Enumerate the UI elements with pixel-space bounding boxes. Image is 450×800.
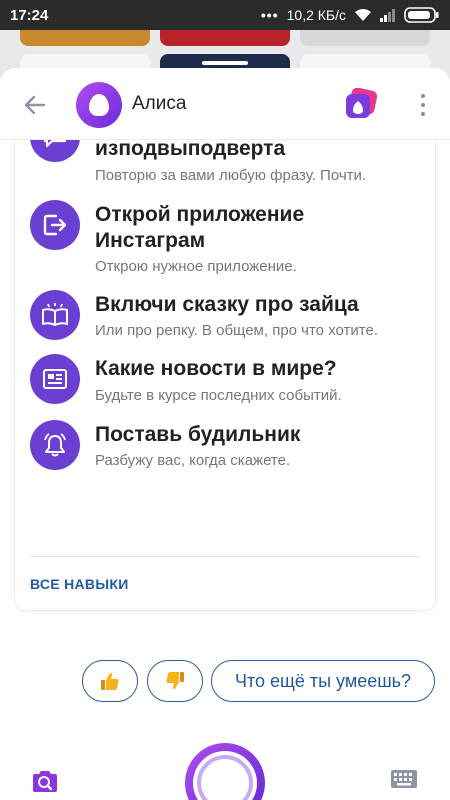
- skill-description: Или про репку. В общем, про что хотите.: [95, 322, 379, 339]
- skill-title: Какие новости в мире?: [95, 357, 337, 380]
- what-else-can-you-do-button[interactable]: Что ещё ты умеешь?: [211, 660, 435, 702]
- skill-description: Повторю за вами любую фразу. Почти.: [95, 167, 367, 184]
- skills-card: изподвыподверта Повторю за вами любую фр…: [15, 128, 435, 610]
- all-skills-link[interactable]: ВСЕ НАВЫКИ: [30, 576, 129, 592]
- skill-description: Будьте в курсе последних событий.: [95, 387, 342, 404]
- card-divider: [30, 556, 420, 557]
- alice-header: Алиса: [0, 68, 450, 140]
- camera-search-icon[interactable]: [30, 768, 60, 794]
- voice-button-ring: [193, 751, 257, 800]
- background-tile: [160, 30, 290, 46]
- newspaper-icon: [30, 354, 80, 404]
- alice-sheet: Алиса изподвыподверта Повторю за вами лю…: [0, 68, 450, 800]
- background-tile: [20, 30, 150, 46]
- skill-description: Открою нужное приложение.: [95, 258, 297, 275]
- network-speed: 10,2 КБ/с: [286, 7, 346, 23]
- skill-title: Включи сказку про зайца: [95, 293, 359, 316]
- background-tile: [300, 30, 430, 46]
- skill-title: Открой приложение Инстаграм: [95, 203, 305, 252]
- status-time: 17:24: [10, 6, 49, 24]
- thumbs-down-icon: [166, 672, 184, 690]
- page-title: Алиса: [132, 93, 187, 114]
- alice-avatar: [76, 82, 122, 128]
- wifi-icon: [355, 9, 371, 21]
- alice-logo-icon: [89, 94, 109, 116]
- battery-icon: [404, 7, 439, 23]
- status-bar: 17:24 ••• 10,2 КБ/с: [0, 0, 450, 30]
- notification-dots-icon: •••: [260, 7, 279, 23]
- like-button[interactable]: [82, 660, 138, 702]
- back-arrow-icon[interactable]: [22, 92, 48, 118]
- signal-icon: [380, 9, 395, 22]
- alice-app-icon[interactable]: [344, 88, 378, 120]
- thumbs-up-icon: [101, 672, 119, 690]
- alarm-bell-icon: [30, 420, 80, 470]
- sheet-grabber[interactable]: [202, 61, 248, 65]
- book-icon: [30, 290, 80, 340]
- open-app-icon: [30, 200, 80, 250]
- more-options-icon[interactable]: [410, 92, 436, 118]
- keyboard-icon[interactable]: [390, 768, 418, 790]
- dislike-button[interactable]: [147, 660, 203, 702]
- skill-description: Разбужу вас, когда скажете.: [95, 452, 291, 469]
- voice-button-inner: [197, 755, 253, 800]
- suggestion-label: Что ещё ты умеешь?: [234, 670, 412, 691]
- voice-input-button[interactable]: [185, 743, 265, 800]
- skill-title: Поставь будильник: [95, 423, 301, 446]
